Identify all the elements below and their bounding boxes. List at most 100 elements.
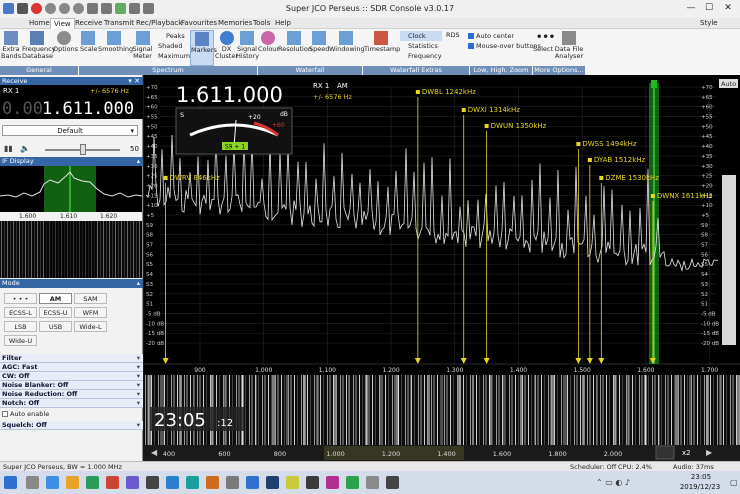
taskbar-app-icon[interactable] — [286, 476, 299, 489]
rds-toggle[interactable]: RDS — [446, 31, 460, 39]
start-icon[interactable] — [4, 476, 17, 489]
taskbar-app-icon[interactable] — [106, 476, 119, 489]
marker-arrow-icon[interactable] — [162, 358, 169, 364]
auto-scale-control[interactable]: Auto — [719, 79, 738, 345]
squelch-section[interactable]: Squelch: Off ▾ — [0, 421, 143, 430]
menu-tools[interactable]: Tools — [250, 18, 273, 29]
bars-icon[interactable]: ▮▮ — [4, 144, 13, 153]
style-menu[interactable]: Style — [697, 18, 721, 29]
if-waterfall[interactable] — [0, 221, 142, 278]
mode-more-button[interactable]: • • • — [4, 293, 37, 304]
markers-button[interactable]: Markers — [190, 30, 217, 66]
mode-lsb-button[interactable]: LSB — [4, 321, 37, 332]
frequency-toggle[interactable]: Frequency — [400, 51, 442, 61]
marker-arrow-icon[interactable] — [483, 358, 490, 364]
waterfall-tool-button[interactable] — [655, 445, 675, 460]
marker-label[interactable]: DYAB 1512kHz — [594, 156, 646, 164]
signal-meter-button[interactable]: Signal Meter — [131, 30, 154, 66]
auto-button[interactable]: Auto — [721, 80, 736, 88]
mode-wide-u-button[interactable]: Wide-U — [4, 335, 37, 346]
menu-favourites[interactable]: Favourites — [178, 18, 220, 29]
mode-wide-l-button[interactable]: Wide-L — [74, 321, 107, 332]
taskbar-app-icon[interactable] — [386, 476, 399, 489]
timestamp-button[interactable]: Timestamp — [364, 30, 400, 66]
menu-view[interactable]: View — [50, 18, 75, 29]
shaded-toggle[interactable]: Shaded — [158, 41, 190, 51]
marker-label[interactable]: DWXI 1314kHz — [468, 106, 521, 114]
taskbar-app-icon[interactable] — [366, 476, 379, 489]
taskbar-app-icon[interactable] — [46, 476, 59, 489]
resolution-button[interactable]: Resolution — [278, 30, 312, 66]
scale-button[interactable]: Scale — [80, 30, 98, 66]
speaker-icon[interactable]: 🔈 — [20, 144, 30, 153]
mode-usb-button[interactable]: USB — [39, 321, 72, 332]
clock-toggle[interactable]: Clock — [400, 31, 442, 41]
preset-select[interactable]: Default ▾ — [2, 125, 138, 136]
taskbar-app-icon[interactable] — [126, 476, 139, 489]
close-button[interactable]: ✕ — [721, 2, 735, 14]
taskbar-app-icon[interactable] — [66, 476, 79, 489]
noise-reduction-section[interactable]: Noise Reduction: Off ▾ — [0, 390, 143, 399]
maximum-toggle[interactable]: Maximum — [158, 51, 190, 61]
windowing-button[interactable]: Windowing — [329, 30, 365, 66]
taskbar-app-icon[interactable] — [186, 476, 199, 489]
mode-am-button[interactable]: AM — [39, 293, 72, 304]
marker-label[interactable]: DWRV 846kHz — [170, 174, 220, 182]
auto-enable-checkbox[interactable]: Auto enable — [2, 410, 49, 418]
mode-ecss-l-button[interactable]: ECSS-L — [4, 307, 37, 318]
marker-label[interactable]: DWUN 1350kHz — [491, 122, 547, 130]
taskbar-app-icon[interactable] — [206, 476, 219, 489]
agc-section[interactable]: AGC: Fast ▾ — [0, 363, 143, 372]
data-file-analyser-button[interactable]: Data File Analyser — [553, 30, 585, 66]
marker-label[interactable]: DWSS 1494kHz — [582, 140, 637, 148]
scroll-left-icon[interactable]: ◀ — [151, 448, 158, 457]
volume-slider-handle[interactable] — [80, 144, 86, 155]
menu-home[interactable]: Home — [26, 18, 53, 29]
taskbar-app-icon[interactable] — [26, 476, 39, 489]
marker-arrow-icon[interactable] — [575, 358, 582, 364]
notch-section[interactable]: Notch: Off ▾ — [0, 399, 143, 408]
menu-help[interactable]: Help — [272, 18, 294, 29]
scale-scrollbar[interactable] — [722, 175, 736, 345]
colour-button[interactable]: Colour — [258, 30, 279, 66]
close-panel-icon[interactable]: ▾ ✕ — [128, 77, 140, 85]
cw-section[interactable]: CW: Off ▾ — [0, 372, 143, 381]
mouse-over-buttons-checkbox[interactable]: Mouse-over buttons — [468, 41, 541, 51]
taskbar-app-icon[interactable] — [266, 476, 279, 489]
mode-wfm-button[interactable]: WFM — [74, 307, 107, 318]
notification-icon[interactable]: ▢ — [730, 478, 738, 487]
taskbar-app-icon[interactable] — [346, 476, 359, 489]
if-display-header[interactable]: IF Display ▴ — [0, 157, 143, 166]
taskbar-app-icon[interactable] — [306, 476, 319, 489]
marker-arrow-icon[interactable] — [598, 358, 605, 364]
options-button[interactable]: Options — [53, 30, 78, 66]
signal-history-button[interactable]: Signal History — [236, 30, 259, 66]
select-button[interactable]: ••• Select — [533, 30, 555, 66]
peaks-toggle[interactable]: Peaks — [158, 31, 190, 41]
filter-section[interactable]: Filter ▾ — [0, 354, 143, 363]
marker-arrow-icon[interactable] — [414, 358, 421, 364]
menu-transmit[interactable]: Transmit — [101, 18, 137, 29]
auto-center-checkbox[interactable]: Auto center — [468, 31, 541, 41]
marker-label[interactable]: DZME 1530kHz — [605, 174, 659, 182]
mode-header[interactable]: Mode ▴ — [0, 279, 143, 288]
taskbar-app-icon[interactable] — [246, 476, 259, 489]
mode-sam-button[interactable]: SAM — [74, 293, 107, 304]
marker-arrow-icon[interactable] — [460, 358, 467, 364]
tuning-handle[interactable] — [651, 80, 657, 88]
zoom-level[interactable]: x2 — [682, 449, 691, 457]
if-display-spectrum[interactable] — [0, 166, 142, 212]
taskbar-app-icon[interactable] — [146, 476, 159, 489]
mode-ecss-u-button[interactable]: ECSS-U — [39, 307, 72, 318]
taskbar-app-icon[interactable] — [86, 476, 99, 489]
vfo-display[interactable]: RX 1 +/- 6576 Hz 0.00 1.611.000 — [0, 85, 143, 119]
speed-button[interactable]: Speed — [309, 30, 329, 66]
tray-icons[interactable]: ⌃ ▭ ◐ ♪ — [596, 478, 630, 487]
extra-bands-button[interactable]: Extra Bands — [1, 30, 21, 66]
spectrum-display[interactable]: +70+65+60+55+50+45+40+35+30+25+20+15+10+… — [144, 75, 740, 375]
waterfall-display[interactable]: 400 600 800 1.000 1.200 1.400 1.600 1.800 2.000 … — [144, 375, 740, 461]
marker-label[interactable]: DWBL 1242kHz — [422, 88, 476, 96]
maximize-button[interactable]: ☐ — [702, 2, 716, 14]
marker-label[interactable]: DWNX 1611kHz — [657, 192, 713, 200]
taskbar-app-icon[interactable] — [226, 476, 239, 489]
